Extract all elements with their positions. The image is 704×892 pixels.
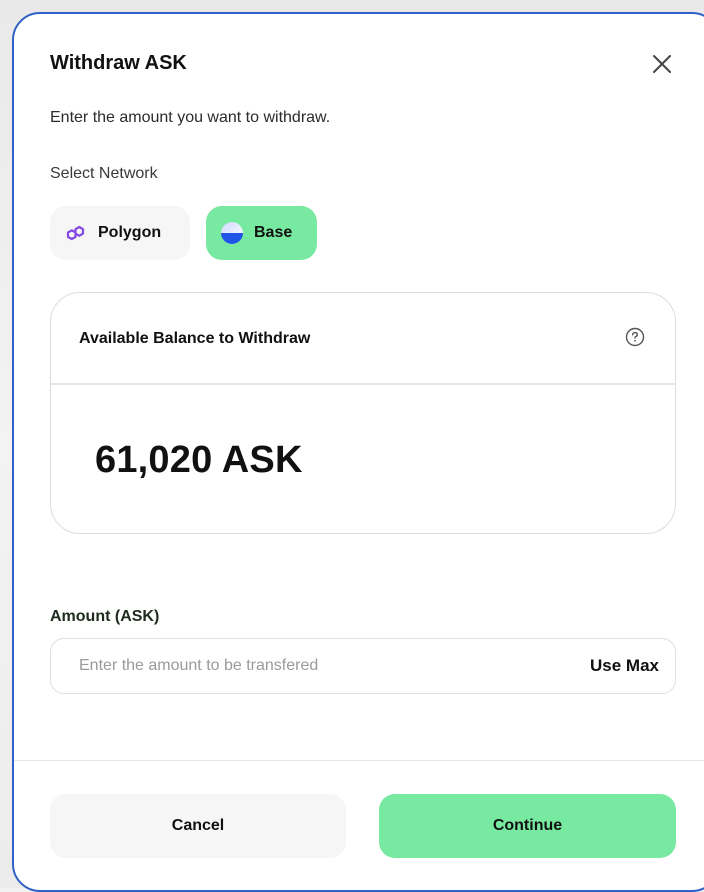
close-button[interactable] xyxy=(648,50,676,78)
balance-card: Available Balance to Withdraw 61,020 ASK xyxy=(50,292,676,534)
help-circle-icon[interactable] xyxy=(625,327,645,347)
base-logo-icon xyxy=(220,221,244,245)
amount-field: Use Max xyxy=(50,638,676,694)
balance-amount: 61,020 ASK xyxy=(95,439,303,481)
close-icon xyxy=(653,55,671,73)
cancel-button[interactable]: Cancel xyxy=(50,794,346,858)
modal-title: Withdraw ASK xyxy=(50,52,187,74)
network-option-label: Polygon xyxy=(98,224,162,241)
amount-input[interactable] xyxy=(51,639,551,693)
network-option-base[interactable]: Base xyxy=(206,206,317,260)
amount-label: Amount (ASK) xyxy=(50,608,160,625)
balance-card-header: Available Balance to Withdraw xyxy=(51,293,675,385)
polygon-logo-icon xyxy=(64,221,88,245)
use-max-button[interactable]: Use Max xyxy=(590,656,659,676)
continue-button[interactable]: Continue xyxy=(379,794,676,858)
network-option-polygon[interactable]: Polygon xyxy=(50,206,190,260)
network-label: Select Network xyxy=(50,165,158,182)
withdraw-modal: Withdraw ASK Enter the amount you want t… xyxy=(12,12,704,892)
footer-divider xyxy=(14,760,704,761)
modal-subtitle: Enter the amount you want to withdraw. xyxy=(50,109,331,126)
balance-title: Available Balance to Withdraw xyxy=(79,330,311,347)
network-option-label: Base xyxy=(254,224,293,241)
